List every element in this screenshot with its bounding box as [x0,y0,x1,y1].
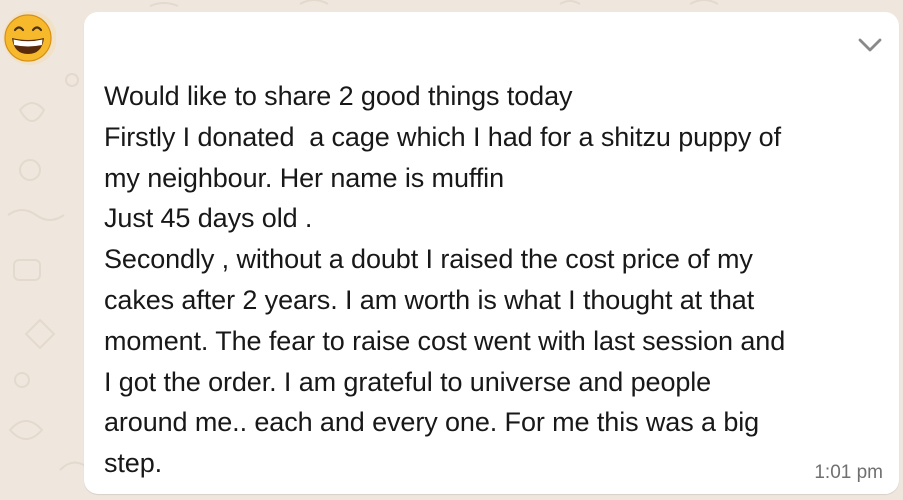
message-line: step. [104,448,163,479]
message-line: moment. The fear to raise cost went with… [104,325,786,356]
message-text: Would like to share 2 good things today … [104,76,889,484]
message-line: my neighbour. Her name is muffin [104,162,504,193]
message-line: Secondly , without a doubt I raised the … [104,244,753,275]
avatar[interactable] [0,10,57,66]
chevron-down-icon[interactable] [855,34,885,56]
grinning-face-emoji-icon [3,11,57,65]
message-bubble: Would like to share 2 good things today … [84,12,899,494]
message-timestamp: 1:01 pm [814,462,883,483]
message-line: I got the order. I am grateful to univer… [104,366,712,397]
message-line: Would like to share 2 good things today [104,81,573,111]
message-line: Just 45 days old . [104,203,313,234]
message-line: Firstly I donated a cage which I had for… [104,121,781,152]
message-line: around me.. each and every one. For me t… [104,407,760,438]
message-line: cakes after 2 years. I am worth is what … [104,284,755,315]
